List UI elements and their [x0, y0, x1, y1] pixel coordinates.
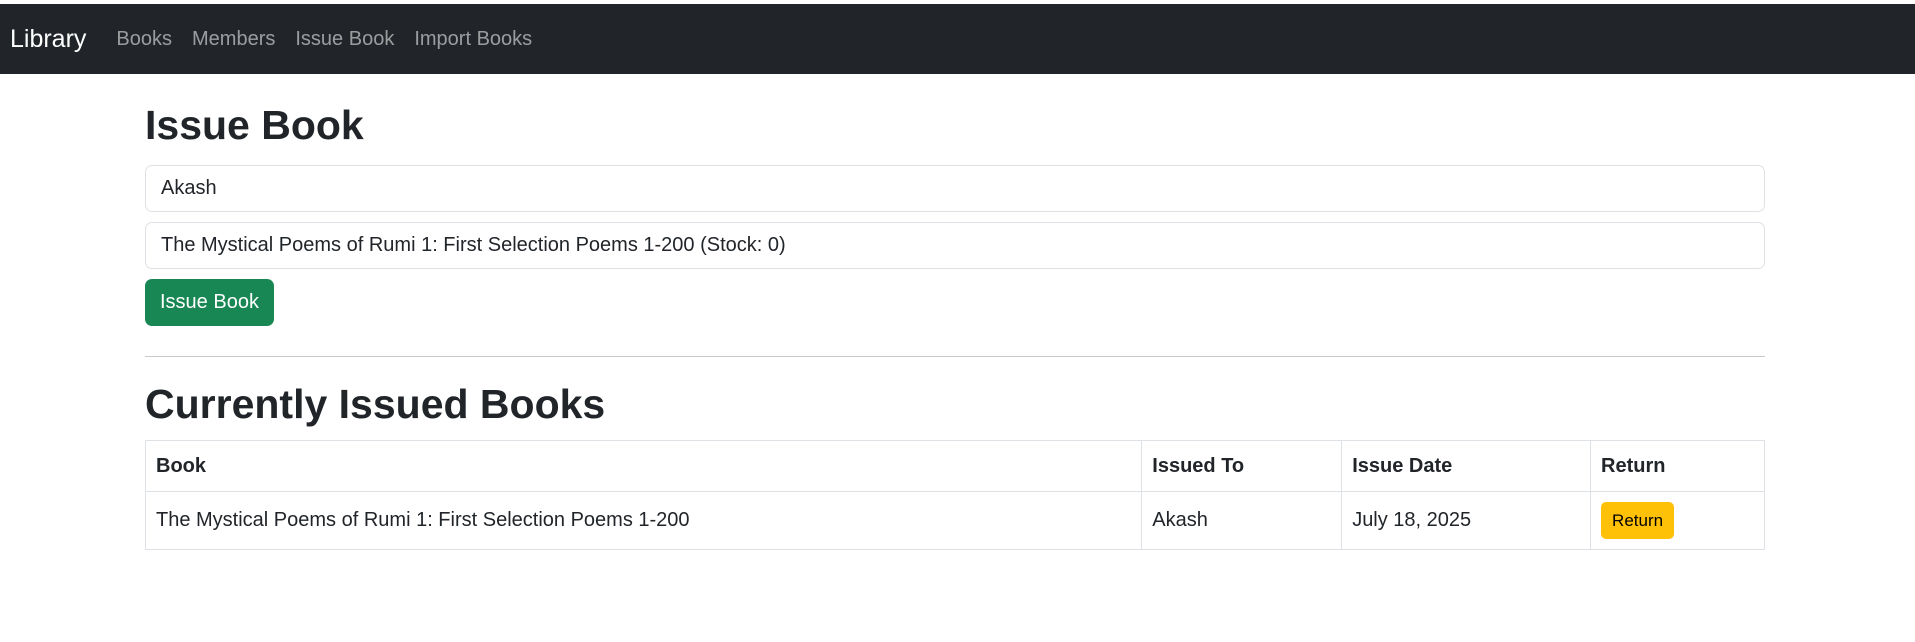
section-divider: [145, 356, 1765, 357]
header-return: Return: [1590, 440, 1765, 492]
cell-issued-to: Akash: [1141, 491, 1343, 550]
cell-issue-date: July 18, 2025: [1341, 491, 1592, 550]
nav-link-issue-book[interactable]: Issue Book: [295, 28, 394, 51]
cell-return: Return: [1590, 491, 1765, 550]
issue-book-button[interactable]: Issue Book: [145, 279, 274, 326]
issued-books-table: Book Issued To Issue Date Return The Mys…: [144, 440, 1765, 550]
header-book: Book: [144, 440, 1143, 492]
navbar: Library Books Members Issue Book Import …: [0, 4, 1915, 74]
brand-link[interactable]: Library: [10, 25, 86, 54]
main-content: Issue Book Akash The Mystical Poems of R…: [144, 74, 1765, 550]
member-select[interactable]: Akash: [145, 165, 1765, 212]
book-select[interactable]: The Mystical Poems of Rumi 1: First Sele…: [145, 222, 1765, 269]
header-issued-to: Issued To: [1141, 440, 1343, 492]
header-issue-date: Issue Date: [1341, 440, 1592, 492]
nav-link-import-books[interactable]: Import Books: [414, 28, 532, 51]
table-header-row: Book Issued To Issue Date Return: [144, 440, 1765, 492]
issued-books-title: Currently Issued Books: [145, 381, 606, 427]
table-row: The Mystical Poems of Rumi 1: First Sele…: [144, 491, 1765, 550]
nav-link-members[interactable]: Members: [192, 28, 275, 51]
return-button[interactable]: Return: [1601, 502, 1675, 539]
cell-book: The Mystical Poems of Rumi 1: First Sele…: [144, 491, 1143, 550]
nav-link-books[interactable]: Books: [116, 28, 172, 51]
issue-book-title: Issue Book: [145, 102, 364, 148]
